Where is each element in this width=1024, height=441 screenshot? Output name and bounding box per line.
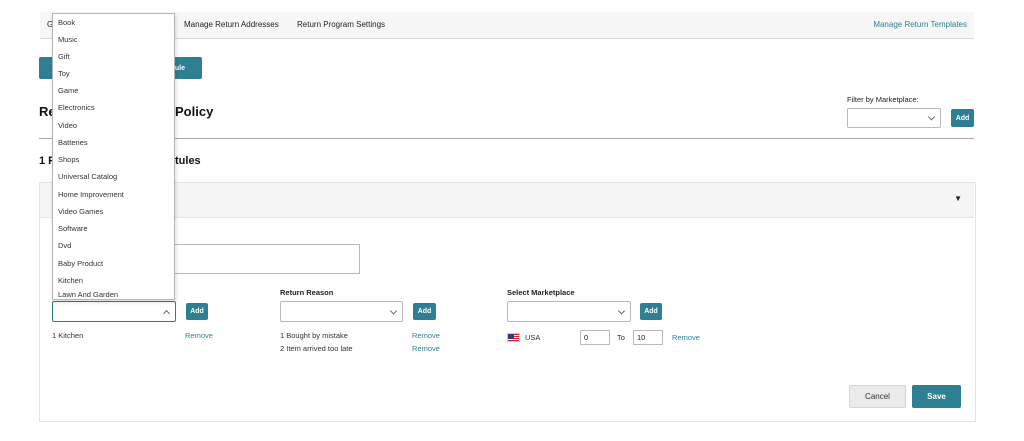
dropdown-option-kitchen[interactable]: Kitchen — [53, 272, 174, 289]
us-flag-icon — [507, 333, 520, 342]
page-title-right: Policy — [175, 104, 214, 119]
category-select[interactable] — [52, 301, 176, 322]
return-reason-remove-link[interactable]: Remove — [412, 331, 440, 340]
return-reason-select[interactable] — [280, 301, 403, 322]
chevron-down-icon — [389, 306, 398, 315]
dropdown-option-lawn-and-garden[interactable]: Lawn And Garden — [53, 290, 174, 299]
chevron-up-icon — [162, 309, 171, 317]
quantity-to-input[interactable]: 10 — [633, 330, 663, 345]
dropdown-option-baby-product[interactable]: Baby Product — [53, 255, 174, 272]
filter-label: Filter by Marketplace: — [847, 95, 919, 104]
save-button[interactable]: Save — [912, 385, 961, 408]
dropdown-option-music[interactable]: Music — [53, 31, 174, 48]
dropdown-option-dvd[interactable]: Dvd — [53, 237, 174, 254]
dropdown-option-video[interactable]: Video — [53, 117, 174, 134]
to-label: To — [617, 333, 625, 342]
marketplace-add-button[interactable]: Add — [640, 303, 662, 320]
top-nav: G Manage Return Addresses Return Program… — [40, 12, 974, 39]
caret-down-icon[interactable]: ▼ — [954, 194, 962, 203]
dropdown-option-video-games[interactable]: Video Games — [53, 203, 174, 220]
divider — [39, 138, 974, 139]
return-reason-item: 1 Bought by mistake — [280, 331, 348, 340]
category-dropdown-list: Book Music Gift Toy Game Electronics Vid… — [52, 13, 175, 300]
dropdown-option-gift[interactable]: Gift — [53, 48, 174, 65]
return-reason-item: 2 Item arrived too late — [280, 344, 353, 353]
chevron-down-icon — [927, 113, 936, 121]
rules-heading-right: tules — [175, 155, 201, 167]
marketplace-select[interactable] — [507, 301, 631, 322]
category-item-text: 1 Kitchen — [52, 331, 84, 340]
filter-marketplace-select[interactable] — [847, 108, 941, 128]
create-rule-button-label: ule — [174, 64, 185, 72]
filter-add-button[interactable]: Add — [951, 109, 974, 127]
dropdown-option-batteries[interactable]: Batteries — [53, 134, 174, 151]
dropdown-option-universal-catalog[interactable]: Universal Catalog — [53, 168, 174, 185]
quantity-from-input[interactable]: 0 — [580, 330, 610, 345]
dropdown-option-software[interactable]: Software — [53, 220, 174, 237]
nav-item-manage-return-addresses[interactable]: Manage Return Addresses — [184, 20, 279, 29]
nav-item-return-program-settings[interactable]: Return Program Settings — [297, 20, 385, 29]
rule-panel-header[interactable]: ▼ — [40, 183, 974, 218]
dropdown-option-game[interactable]: Game — [53, 82, 174, 99]
marketplace-country: USA — [525, 333, 541, 342]
dropdown-option-book[interactable]: Book — [53, 14, 174, 31]
category-add-button[interactable]: Add — [186, 303, 208, 320]
marketplace-remove-link[interactable]: Remove — [672, 333, 700, 342]
chevron-down-icon — [617, 306, 626, 315]
dropdown-option-toy[interactable]: Toy — [53, 65, 174, 82]
return-reason-label: Return Reason — [280, 288, 334, 297]
category-remove-link[interactable]: Remove — [185, 331, 213, 340]
return-reason-remove-link[interactable]: Remove — [412, 344, 440, 353]
dropdown-option-home-improvement[interactable]: Home Improvement — [53, 186, 174, 203]
cancel-button[interactable]: Cancel — [849, 385, 906, 408]
manage-return-templates-link[interactable]: Manage Return Templates — [873, 20, 967, 29]
return-reason-add-button[interactable]: Add — [413, 303, 436, 320]
select-marketplace-label: Select Marketplace — [507, 288, 575, 297]
dropdown-option-electronics[interactable]: Electronics — [53, 99, 174, 116]
dropdown-option-shops[interactable]: Shops — [53, 151, 174, 168]
